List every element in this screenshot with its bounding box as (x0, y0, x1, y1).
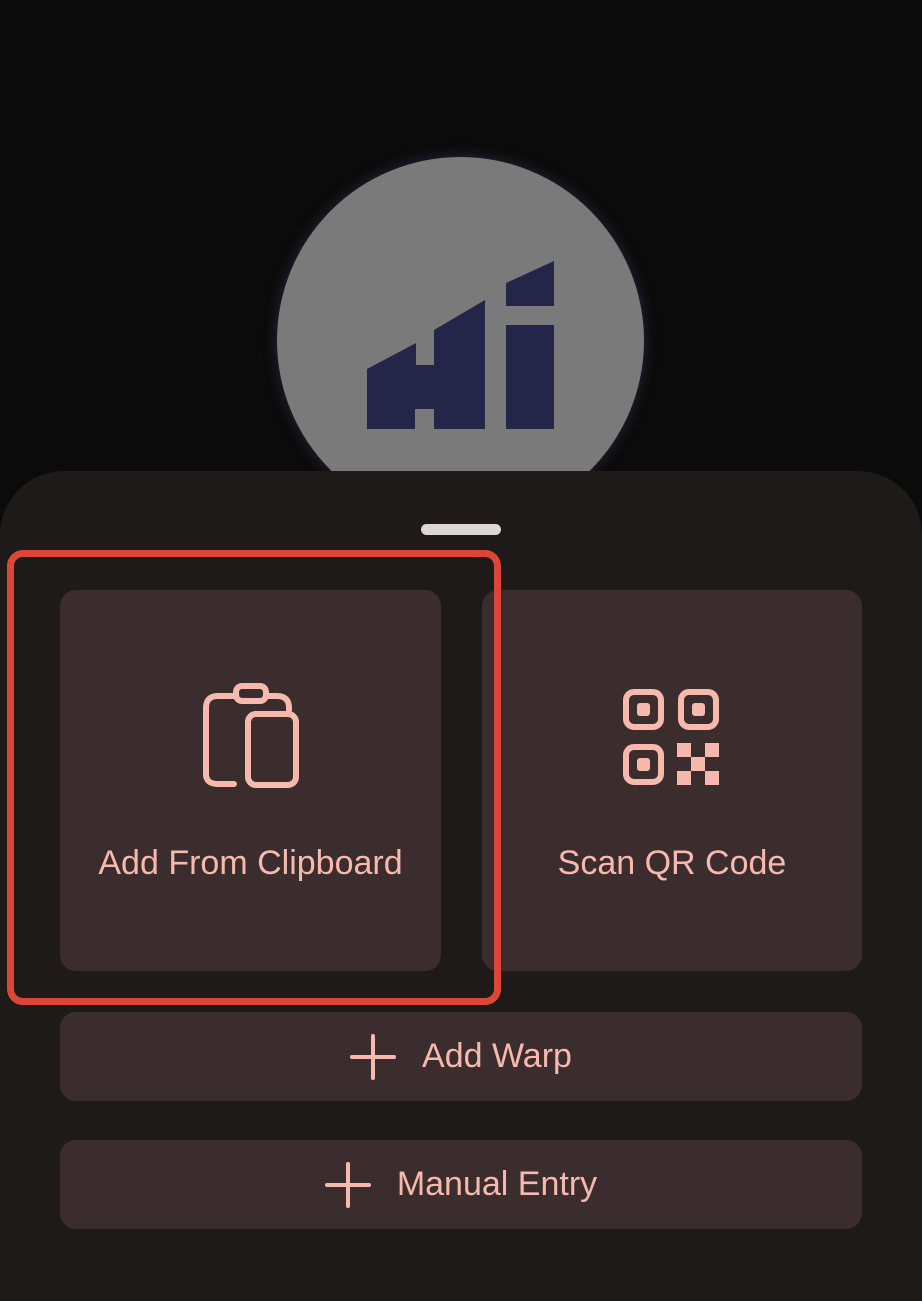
manual-entry-button[interactable]: Manual Entry (60, 1140, 862, 1229)
add-warp-button[interactable]: Add Warp (60, 1012, 862, 1101)
manual-entry-label: Manual Entry (396, 1165, 598, 1203)
clipboard-icon (201, 683, 301, 794)
app-logo (277, 157, 644, 524)
scan-qr-code-label: Scan QR Code (557, 844, 787, 882)
add-warp-label: Add Warp (422, 1037, 572, 1075)
add-from-clipboard-label: Add From Clipboard (98, 844, 403, 882)
plus-icon (350, 1033, 397, 1080)
plus-icon (324, 1161, 371, 1208)
qr-code-icon (622, 688, 720, 791)
drag-handle[interactable] (421, 524, 501, 535)
scan-qr-code-tile[interactable]: Scan QR Code (482, 590, 862, 971)
add-from-clipboard-tile[interactable]: Add From Clipboard (60, 590, 441, 971)
hi-logo-icon (367, 261, 554, 429)
